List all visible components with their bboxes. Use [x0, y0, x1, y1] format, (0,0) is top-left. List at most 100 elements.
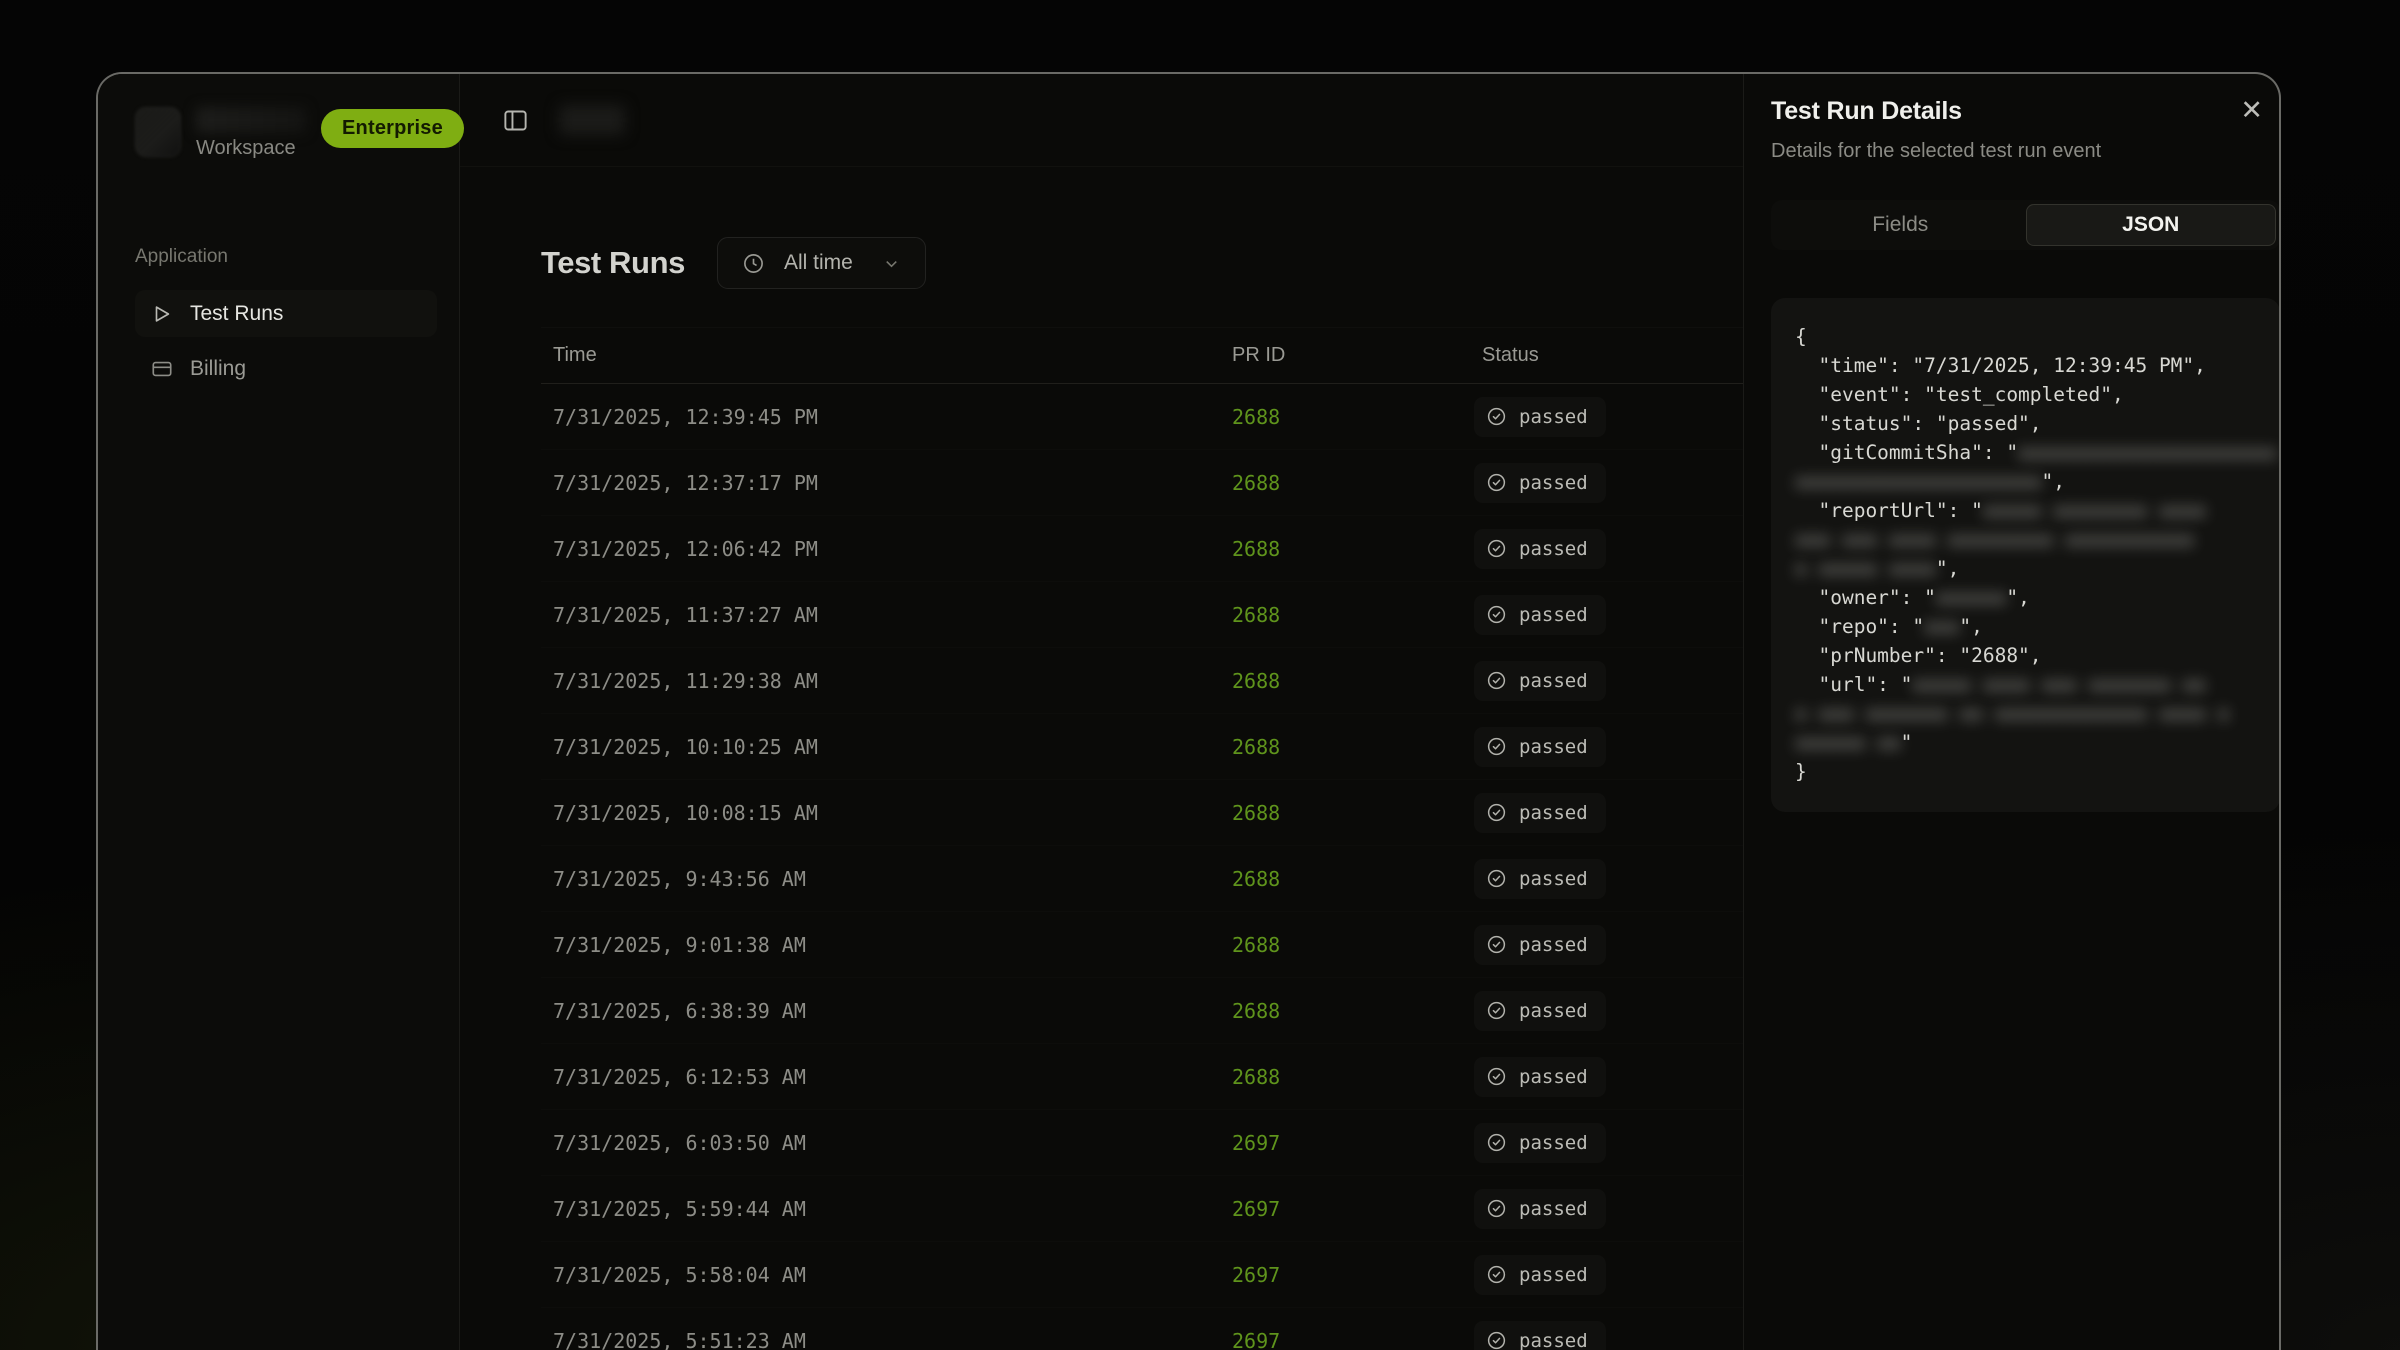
pr-id-link[interactable]: 2688: [1232, 735, 1280, 759]
status-badge: passed: [1474, 397, 1606, 437]
pr-id-link[interactable]: 2697: [1232, 1131, 1280, 1155]
redacted-text: xxx: [1924, 615, 1959, 638]
table-row[interactable]: 7/31/2025, 12:37:17 PM2688passed: [541, 450, 1743, 516]
check-circle-icon: [1486, 736, 1507, 757]
main-area: Test Runs All time Time PR ID: [460, 74, 1743, 1350]
status-badge: passed: [1474, 463, 1606, 503]
pr-id-link[interactable]: 2688: [1232, 801, 1280, 825]
run-time: 7/31/2025, 6:03:50 AM: [541, 1131, 1220, 1155]
close-icon[interactable]: ✕: [2240, 97, 2263, 124]
table-row[interactable]: 7/31/2025, 9:43:56 AM2688passed: [541, 846, 1743, 912]
check-circle-icon: [1486, 604, 1507, 625]
status-badge: passed: [1474, 793, 1606, 833]
status-label: passed: [1519, 472, 1588, 494]
table-body: 7/31/2025, 12:39:45 PM2688passed7/31/202…: [541, 384, 1743, 1350]
redacted-text: xxxxxx xx: [1795, 731, 1901, 754]
workspace-subtitle: Workspace: [196, 137, 306, 160]
table-row[interactable]: 7/31/2025, 11:37:27 AM2688passed: [541, 582, 1743, 648]
tab-fields[interactable]: Fields: [1775, 204, 2026, 246]
check-circle-icon: [1486, 802, 1507, 823]
workspace-name-redacted: [196, 107, 306, 133]
table-row[interactable]: 7/31/2025, 6:12:53 AM 2688 passed: [541, 1044, 1743, 1110]
pr-id-link[interactable]: 2688: [1232, 405, 1280, 429]
chevron-down-icon: [882, 254, 901, 273]
table-row[interactable]: 7/31/2025, 10:10:25 AM2688passed: [541, 714, 1743, 780]
check-circle-icon: [1486, 406, 1507, 427]
credit-card-icon: [151, 358, 173, 380]
pr-id-link[interactable]: 2688: [1232, 537, 1280, 561]
details-panel: Test Run Details ✕ Details for the selec…: [1743, 74, 2281, 1350]
test-runs-table: Time PR ID Status 7/31/2025, 12:39:45 PM…: [541, 327, 1743, 1350]
pr-id-link[interactable]: 2688: [1232, 669, 1280, 693]
table-row[interactable]: 7/31/2025, 11:29:38 AM2688passed: [541, 648, 1743, 714]
check-circle-icon: [1486, 934, 1507, 955]
app-window: Workspace Enterprise Application Test Ru…: [96, 72, 2281, 1350]
redacted-text: xxx xxx xxxx xxxxxxxxx xxxxxxxxxxx: [1795, 528, 2194, 551]
status-label: passed: [1519, 934, 1588, 956]
workspace-switcher[interactable]: Workspace Enterprise: [135, 107, 441, 160]
sidebar-item-label: Billing: [190, 357, 246, 381]
pr-id-link[interactable]: 2688: [1232, 471, 1280, 495]
run-time: 7/31/2025, 5:59:44 AM: [541, 1197, 1220, 1221]
time-filter-dropdown[interactable]: All time: [717, 237, 926, 289]
details-title: Test Run Details: [1771, 97, 1962, 126]
check-circle-icon: [1486, 538, 1507, 559]
table-row[interactable]: 7/31/2025, 10:08:15 AM 2688 passed: [541, 780, 1743, 846]
status-label: passed: [1519, 868, 1588, 890]
time-filter-value: All time: [784, 251, 853, 275]
status-label: passed: [1519, 802, 1588, 824]
table-row[interactable]: 7/31/2025, 9:01:38 AM2688passed: [541, 912, 1743, 978]
run-time: 7/31/2025, 5:51:23 AM: [541, 1329, 1220, 1350]
run-time: 7/31/2025, 10:08:15 AM: [541, 801, 1220, 825]
table-row[interactable]: 7/31/2025, 5:58:04 AM 2697 passed: [541, 1242, 1743, 1308]
check-circle-icon: [1486, 868, 1507, 889]
status-label: passed: [1519, 1132, 1588, 1154]
status-badge: passed: [1474, 1321, 1606, 1350]
tab-json[interactable]: JSON: [2026, 204, 2277, 246]
status-badge: passed: [1474, 661, 1606, 701]
status-badge: passed: [1474, 1123, 1606, 1163]
desktop-background: Workspace Enterprise Application Test Ru…: [0, 0, 2400, 1350]
status-badge: passed: [1474, 859, 1606, 899]
pr-id-link[interactable]: 2688: [1232, 867, 1280, 891]
main-content: Test Runs All time Time PR ID: [460, 167, 1743, 1350]
table-row[interactable]: 7/31/2025, 12:39:45 PM2688passed: [541, 384, 1743, 450]
table-row[interactable]: 7/31/2025, 5:51:23 AM 2697 passed: [541, 1308, 1743, 1350]
table-row[interactable]: 7/31/2025, 12:06:42 PM2688passed: [541, 516, 1743, 582]
status-badge: passed: [1474, 991, 1606, 1031]
run-time: 7/31/2025, 6:12:53 AM: [541, 1065, 1220, 1089]
status-badge: passed: [1474, 1189, 1606, 1229]
status-label: passed: [1519, 1264, 1588, 1286]
pr-id-link[interactable]: 2688: [1232, 933, 1280, 957]
pr-id-link[interactable]: 2688: [1232, 999, 1280, 1023]
table-row[interactable]: 7/31/2025, 6:38:39 AM2688passed: [541, 978, 1743, 1044]
run-time: 7/31/2025, 5:58:04 AM: [541, 1263, 1220, 1287]
status-label: passed: [1519, 538, 1588, 560]
details-subtitle: Details for the selected test run event: [1771, 140, 2269, 163]
run-time: 7/31/2025, 11:37:27 AM: [541, 603, 1220, 627]
sidebar-toggle-icon[interactable]: [502, 107, 529, 134]
status-label: passed: [1519, 1330, 1588, 1350]
check-circle-icon: [1486, 1132, 1507, 1153]
table-row[interactable]: 7/31/2025, 5:59:44 AM 2697 passed: [541, 1176, 1743, 1242]
redacted-text: x xxx xxxxxxx xx xxxxxxxxxxxxx xxxx x: [1795, 702, 2229, 725]
sidebar-item-test-runs[interactable]: Test Runs: [135, 290, 437, 337]
status-label: passed: [1519, 1066, 1588, 1088]
redacted-text: x xxxxx xxxx: [1795, 557, 1936, 580]
details-tabs: Fields JSON: [1771, 200, 2280, 250]
status-label: passed: [1519, 670, 1588, 692]
pr-id-link[interactable]: 2688: [1232, 603, 1280, 627]
pr-id-link[interactable]: 2697: [1232, 1329, 1280, 1350]
status-badge: passed: [1474, 529, 1606, 569]
redacted-text: xxxxxx: [1936, 586, 2006, 609]
workspace-logo: [135, 107, 181, 157]
pr-id-link[interactable]: 2697: [1232, 1263, 1280, 1287]
check-circle-icon: [1486, 1264, 1507, 1285]
sidebar-item-billing[interactable]: Billing: [135, 345, 437, 392]
pr-id-link[interactable]: 2697: [1232, 1197, 1280, 1221]
pr-id-link[interactable]: 2688: [1232, 1065, 1280, 1089]
check-circle-icon: [1486, 1330, 1507, 1350]
play-icon: [151, 303, 173, 325]
table-row[interactable]: 7/31/2025, 6:03:50 AM 2697 passed: [541, 1110, 1743, 1176]
status-label: passed: [1519, 1000, 1588, 1022]
